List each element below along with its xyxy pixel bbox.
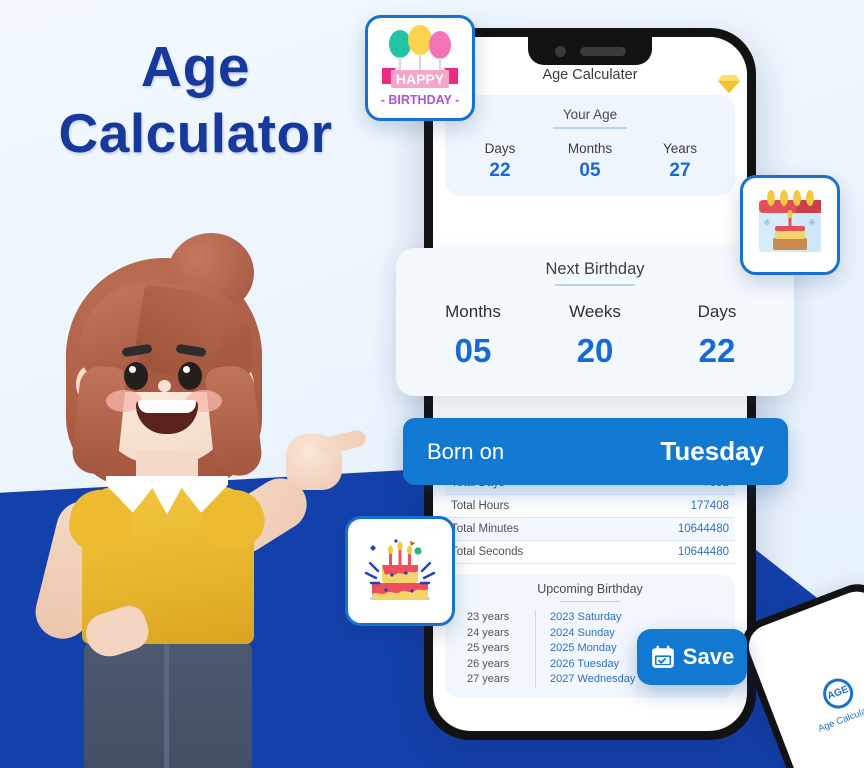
divider — [555, 284, 635, 286]
calendar-cake-badge — [740, 175, 840, 275]
next-birthday-days-value: 22 — [698, 331, 736, 369]
next-birthday-weeks-label: Weeks — [569, 301, 621, 321]
your-age-values: Days 22 Months 05 Years 27 — [455, 141, 725, 182]
your-age-days: Days 22 — [455, 141, 545, 182]
phone-notch — [528, 37, 652, 65]
divider — [553, 127, 627, 129]
stat-key: Total Hours — [451, 499, 510, 512]
next-birthday-card: Next Birthday Months 05 Weeks 20 Days 22 — [396, 248, 794, 396]
character-pants-seam — [164, 638, 169, 768]
next-birthday-weeks: Weeks 20 — [534, 302, 656, 370]
happy-birthday-badge: HAPPY - BIRTHDAY - — [365, 15, 475, 121]
front-camera-icon — [554, 45, 566, 57]
svg-text:- BIRTHDAY -: - BIRTHDAY - — [381, 93, 459, 107]
happy-birthday-balloons-icon: HAPPY - BIRTHDAY - — [381, 25, 459, 107]
stat-value: 10644480 — [677, 522, 729, 535]
your-age-months-value: 05 — [579, 159, 601, 181]
table-row: Total Hours 177408 — [445, 495, 735, 518]
next-birthday-days: Days 22 — [656, 302, 778, 370]
your-age-days-value: 22 — [489, 159, 511, 181]
born-on-label: Born on — [427, 438, 505, 464]
birthday-cake-icon — [364, 539, 436, 600]
stat-value: 177408 — [690, 499, 729, 512]
character-illustration — [18, 233, 368, 768]
next-birthday-months: Months 05 — [412, 302, 534, 370]
table-row: Total Minutes 10644480 — [445, 517, 735, 541]
list-item: 24 years — [467, 626, 510, 639]
save-button-label: Save — [682, 644, 735, 669]
divider — [560, 600, 620, 602]
app-logo-icon: AGE — [818, 673, 858, 713]
page-title-line1: Age — [140, 35, 251, 99]
table-row: Total Seconds 10644480 — [445, 541, 735, 564]
svg-text:HAPPY: HAPPY — [396, 71, 445, 87]
list-item: 23 years — [467, 611, 510, 623]
your-age-title: Your Age — [562, 107, 618, 122]
calendar-check-icon — [651, 645, 674, 668]
born-on-value: Tuesday — [660, 436, 764, 466]
upcoming-age-column: 23 years 24 years 25 years 26 years 27 y… — [453, 610, 535, 688]
next-birthday-values: Months 05 Weeks 20 Days 22 — [412, 302, 778, 370]
born-on-banner: Born on Tuesday — [403, 418, 788, 485]
your-age-years: Years 27 — [635, 141, 725, 182]
upcoming-birthday-title: Upcoming Birthday — [537, 581, 643, 596]
character-eye-left — [124, 362, 148, 390]
stat-key: Total Seconds — [451, 545, 524, 558]
your-age-days-label: Days — [484, 140, 516, 156]
character-nose — [158, 380, 171, 392]
character-eye-right — [178, 362, 202, 390]
calendar-cake-icon — [759, 190, 821, 252]
stat-key: Total Minutes — [451, 522, 519, 535]
earpiece-speaker-icon — [579, 46, 626, 56]
next-birthday-title: Next Birthday — [545, 260, 645, 278]
your-age-years-label: Years — [662, 140, 698, 156]
birthday-cake-badge — [345, 516, 455, 626]
save-button[interactable]: Save — [637, 629, 747, 685]
list-item: 25 years — [467, 642, 510, 655]
your-age-months: Months 05 — [545, 141, 635, 182]
page-title: Age Calculator — [18, 34, 373, 166]
list-item: 2023 Saturday — [550, 611, 622, 623]
next-birthday-months-label: Months — [445, 301, 501, 321]
your-age-years-value: 27 — [669, 159, 691, 181]
app-bar-title: Age Calculater — [542, 67, 638, 83]
your-age-months-label: Months — [567, 140, 613, 156]
promo-stage: Age Calculator AGE Age Calculator Age Ca… — [0, 0, 864, 768]
next-birthday-days-label: Days — [697, 301, 737, 321]
your-age-card: Your Age Days 22 Months 05 Years 27 — [445, 95, 735, 196]
stat-value: 10644480 — [677, 545, 729, 558]
next-birthday-months-value: 05 — [454, 331, 492, 369]
list-item: 27 years — [467, 673, 510, 686]
next-birthday-weeks-value: 20 — [576, 331, 614, 369]
character-pointing-finger — [316, 428, 368, 457]
list-item: 26 years — [467, 657, 510, 670]
page-title-line2: Calculator — [58, 102, 333, 165]
